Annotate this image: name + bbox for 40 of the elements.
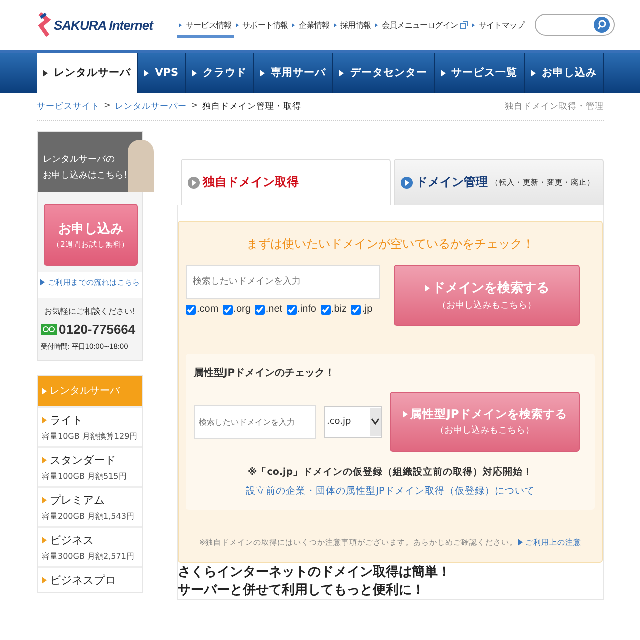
header-link[interactable]: 採用情報: [332, 20, 374, 38]
header-link[interactable]: サービス情報: [177, 20, 234, 38]
contact-heading: お気軽にご相談ください!: [43, 306, 137, 317]
intro-heading: サーバーと併せて利用してもっと便利に！: [178, 582, 426, 599]
intro-heading: さくらインターネットのドメイン取得は簡単！: [178, 564, 452, 581]
breadcrumb-item[interactable]: レンタルサーバー: [115, 101, 188, 113]
breadcrumb-item: 独自ドメイン管理・取得: [202, 101, 302, 113]
nav-tab[interactable]: レンタルサーバ: [37, 53, 138, 93]
breadcrumb-item[interactable]: サービスサイト: [37, 101, 100, 113]
tld-label: .org: [234, 304, 251, 315]
domain-tab[interactable]: 独自ドメイン取得: [181, 159, 391, 205]
nav-tab[interactable]: サービス一覧: [434, 53, 525, 93]
tld-label: .info: [298, 304, 316, 315]
jp-info-link[interactable]: 設立前の企業・団体の属性型JPドメイン取得（仮登録）について: [194, 485, 587, 498]
tld-label: .biz: [332, 304, 348, 315]
promo-text: レンタルサーバの お申し込みはこちら!: [42, 154, 128, 183]
nav-tab[interactable]: お申し込み: [524, 53, 604, 93]
menu-title: レンタルサーバ: [38, 376, 142, 406]
tld-label: .com: [197, 304, 219, 315]
domain-input[interactable]: 検索したいドメインを入力: [186, 265, 380, 299]
nav-tab[interactable]: データセンター: [333, 53, 435, 93]
nav-tab[interactable]: VPS: [138, 53, 186, 93]
jp-domain-input[interactable]: 検索したいドメインを入力: [194, 405, 316, 439]
header-link[interactable]: 会員メニューログイン: [373, 20, 470, 38]
nav-tab[interactable]: 専用サーバ: [254, 53, 334, 93]
tld-label: .net: [266, 304, 283, 315]
header-link[interactable]: 企業情報: [290, 20, 332, 38]
tld-label: .jp: [362, 304, 373, 315]
suffix-select[interactable]: .co.jp: [324, 406, 382, 438]
logo-text[interactable]: SAKURA Internet: [54, 18, 153, 32]
nav-tab[interactable]: クラウド: [186, 53, 254, 93]
breadcrumb-separator: >: [104, 101, 112, 113]
breadcrumb-separator: >: [191, 101, 198, 113]
header-link[interactable]: サポート情報: [234, 20, 290, 38]
notice-text: ※「co.jp」ドメインの仮登録（組織設立前の取得）対応開始！: [246, 466, 534, 479]
jp-check-title: 属性型JPドメインのチェック！: [194, 366, 336, 380]
page-label: 独自ドメイン取得・管理: [505, 101, 604, 113]
header-link[interactable]: サイトマップ: [470, 20, 527, 38]
phone-number: 0120-775664: [59, 322, 136, 337]
check-title: まずは使いたいドメインが空いているかをチェック！: [246, 236, 536, 253]
